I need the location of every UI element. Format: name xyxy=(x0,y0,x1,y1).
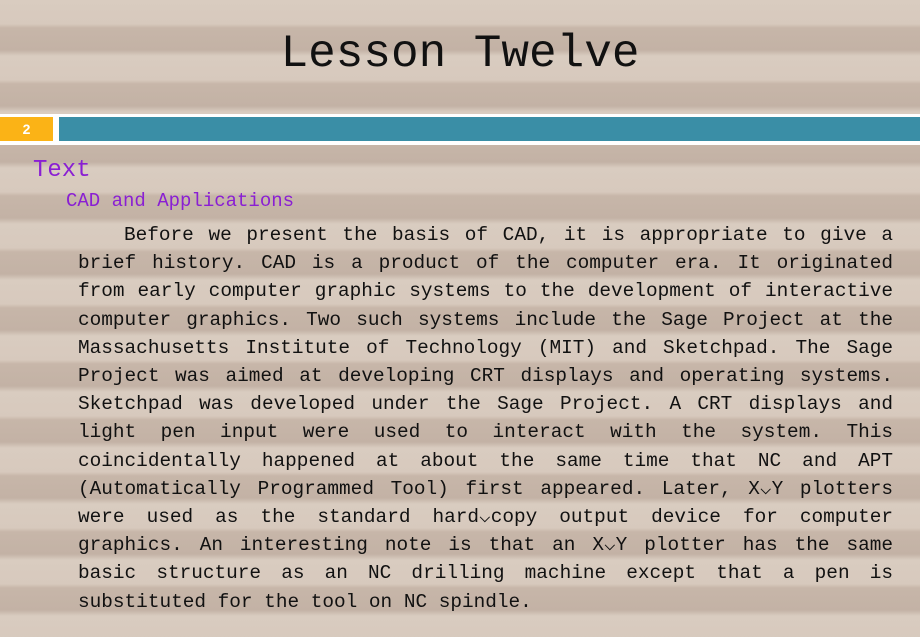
sub-heading: CAD and Applications xyxy=(66,190,295,212)
section-heading: Text xyxy=(33,157,91,184)
header-bar: 2 xyxy=(0,114,920,145)
slide-number-badge: 2 xyxy=(0,117,53,141)
slide-title: Lesson Twelve xyxy=(280,28,640,80)
body-paragraph: Before we present the basis of CAD, it i… xyxy=(78,224,893,613)
accent-bar xyxy=(59,117,920,141)
